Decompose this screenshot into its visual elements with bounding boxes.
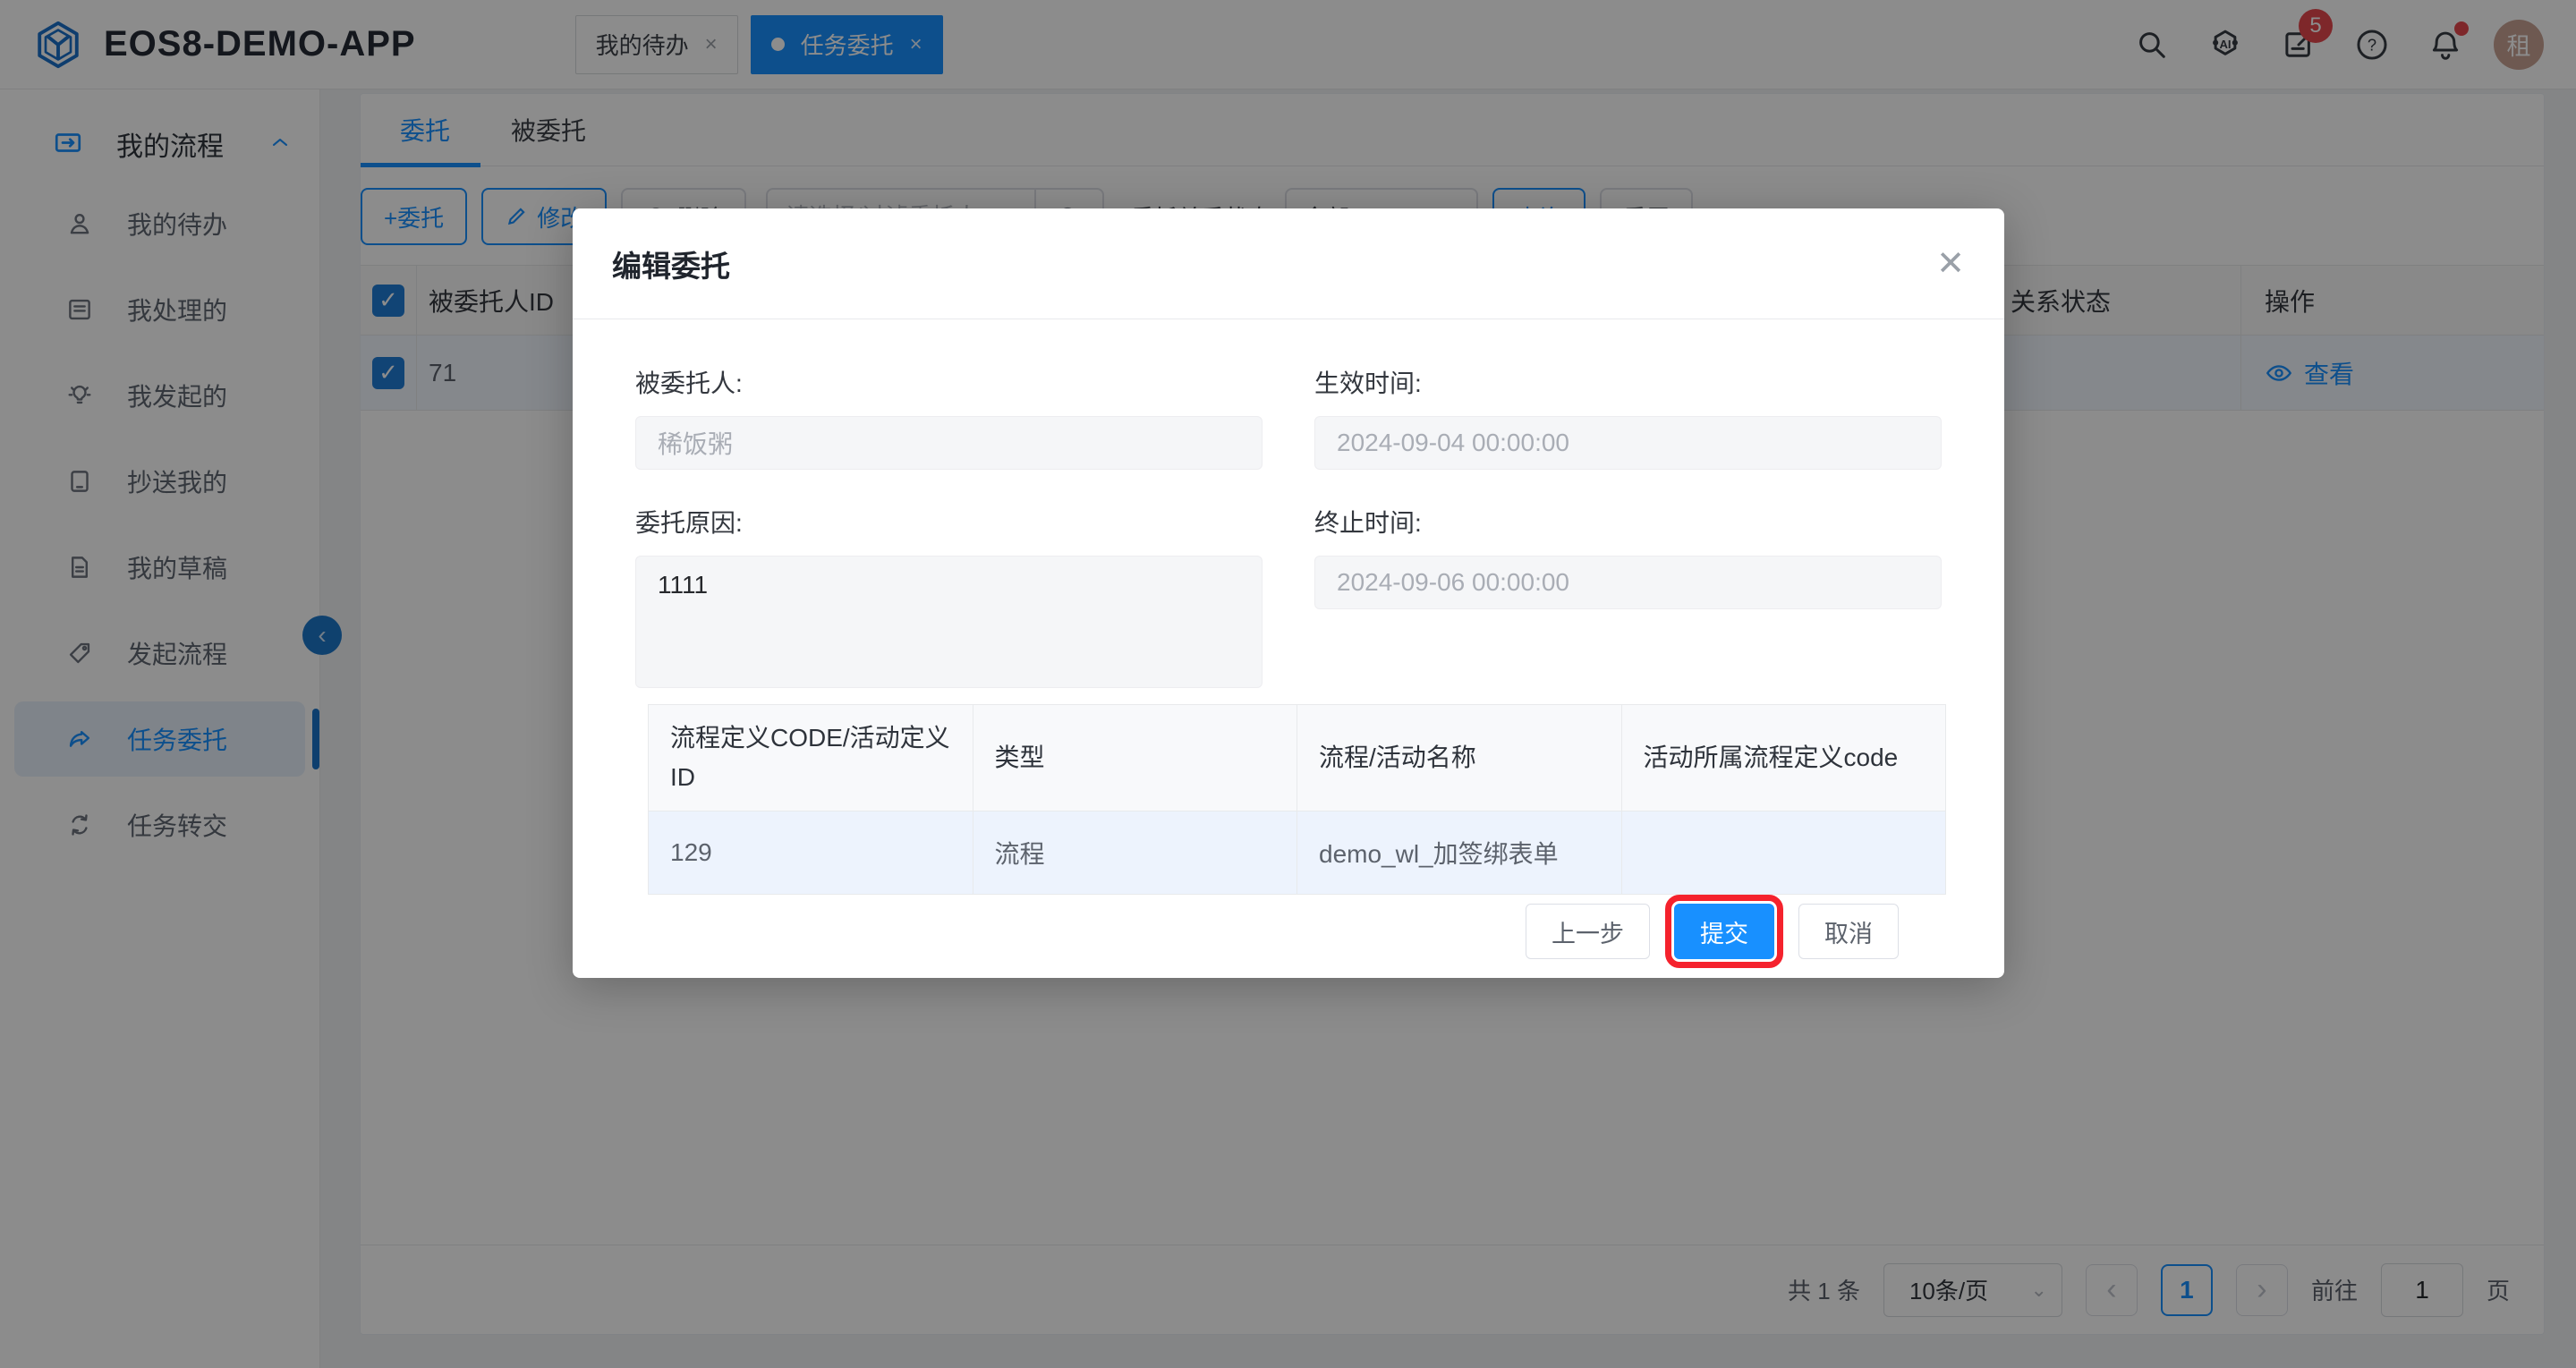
- table-row: 129 流程 demo_wl_加签绑表单: [649, 811, 1946, 895]
- modal-body: 被委托人: 稀饭粥 生效时间: 2024-09-04 00:00:00 委托原因…: [573, 364, 2004, 959]
- process-definition-table: 流程定义CODE/活动定义ID 类型 流程/活动名称 活动所属流程定义code …: [648, 704, 1946, 895]
- cell-owner-code: [1621, 811, 1946, 895]
- delegation-form: 被委托人: 稀饭粥 生效时间: 2024-09-04 00:00:00 委托原因…: [635, 364, 1942, 688]
- edit-delegation-modal: 编辑委托 ✕ 被委托人: 稀饭粥 生效时间: 2024-09-04 00:00:…: [573, 208, 2004, 978]
- modal-header: 编辑委托 ✕: [573, 208, 2004, 319]
- table-header-row: 流程定义CODE/活动定义ID 类型 流程/活动名称 活动所属流程定义code: [649, 705, 1946, 811]
- modal-title: 编辑委托: [612, 242, 730, 285]
- field-end-time: 终止时间: 2024-09-06 00:00:00: [1314, 504, 1942, 688]
- submit-button[interactable]: 提交: [1674, 904, 1774, 959]
- modal-footer: 上一步 提交 取消: [635, 904, 1899, 959]
- cell-process-name: demo_wl_加签绑表单: [1297, 811, 1622, 895]
- column-header-type: 类型: [973, 705, 1297, 811]
- reason-textarea[interactable]: 1111: [635, 556, 1262, 688]
- field-start-time: 生效时间: 2024-09-04 00:00:00: [1314, 364, 1942, 470]
- previous-step-button[interactable]: 上一步: [1526, 904, 1650, 959]
- close-icon[interactable]: ✕: [1936, 247, 1965, 281]
- field-delegatee: 被委托人: 稀饭粥: [635, 364, 1262, 470]
- field-label: 委托原因:: [635, 504, 1262, 540]
- cancel-button[interactable]: 取消: [1798, 904, 1899, 959]
- delegatee-input: 稀饭粥: [635, 416, 1262, 470]
- field-label: 被委托人:: [635, 364, 1262, 400]
- start-time-input: 2024-09-04 00:00:00: [1314, 416, 1942, 470]
- column-header-owner-code: 活动所属流程定义code: [1621, 705, 1946, 811]
- field-reason: 委托原因: 1111: [635, 504, 1262, 688]
- end-time-input: 2024-09-06 00:00:00: [1314, 556, 1942, 609]
- cell-type: 流程: [973, 811, 1297, 895]
- field-label: 生效时间:: [1314, 364, 1942, 400]
- app-root: EOS8-DEMO-APP 我的待办 × 任务委托 × AI 5: [0, 0, 2576, 1368]
- field-label: 终止时间:: [1314, 504, 1942, 540]
- cell-process-code: 129: [649, 811, 973, 895]
- column-header-process-code: 流程定义CODE/活动定义ID: [649, 705, 973, 811]
- column-header-process-name: 流程/活动名称: [1297, 705, 1622, 811]
